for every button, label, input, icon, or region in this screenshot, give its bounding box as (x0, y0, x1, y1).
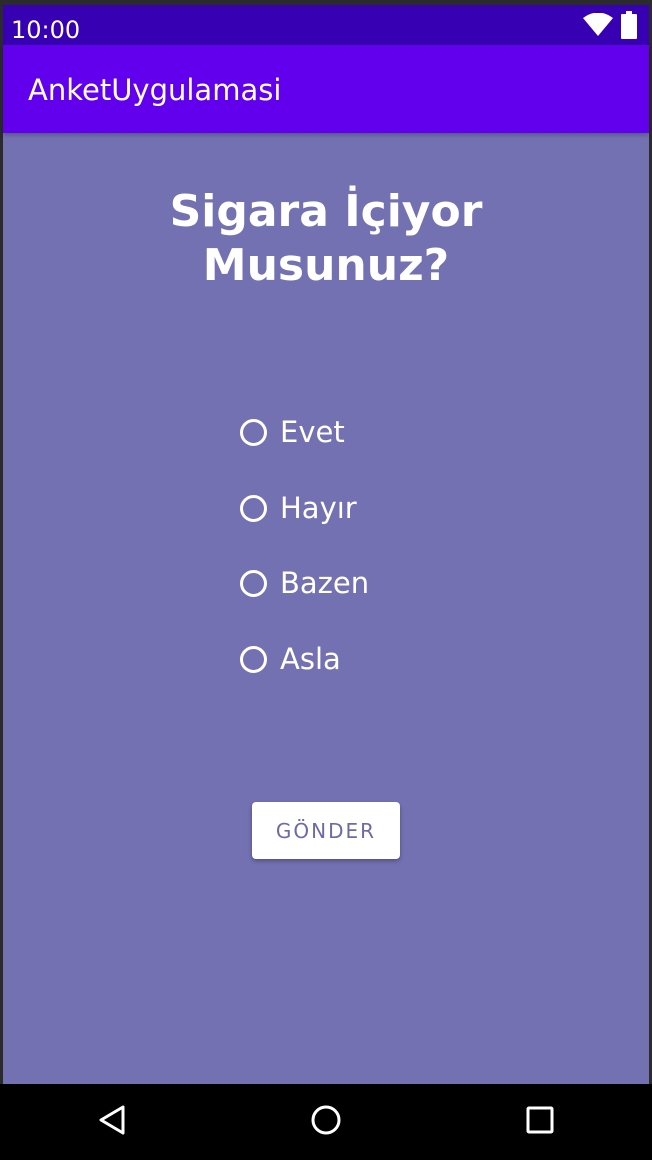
device-frame: 10:00 AnketUygulamasi Sigara İçiyor Musu… (0, 0, 652, 1160)
submit-button[interactable]: GÖNDER (252, 802, 400, 859)
radio-option-evet[interactable]: Evet (240, 412, 345, 452)
radio-button-icon[interactable] (240, 569, 267, 597)
radio-option-asla[interactable]: Asla (240, 639, 341, 679)
status-time: 10:00 (11, 16, 81, 44)
question-line-1: Sigara İçiyor (169, 186, 483, 237)
back-button[interactable] (90, 1100, 134, 1144)
recents-button[interactable] (518, 1100, 562, 1144)
back-icon (98, 1105, 126, 1140)
status-icons (583, 10, 637, 44)
radio-option-label: Hayır (280, 491, 357, 525)
home-icon (310, 1104, 342, 1141)
question-line-2: Musunuz? (202, 240, 450, 291)
battery-icon (621, 10, 637, 44)
recents-icon (526, 1106, 554, 1139)
radio-option-bazen[interactable]: Bazen (240, 563, 369, 603)
radio-button-icon[interactable] (240, 418, 267, 446)
wifi-icon (583, 12, 613, 42)
radio-button-icon[interactable] (240, 494, 267, 522)
radio-button-icon[interactable] (240, 645, 267, 673)
radio-option-label: Evet (280, 415, 345, 449)
radio-option-label: Asla (280, 642, 341, 676)
radio-option-label: Bazen (280, 566, 370, 600)
survey-content: Sigara İçiyor Musunuz? Evet Hayır Bazen … (3, 133, 649, 1084)
app-title: AnketUygulamasi (28, 73, 282, 107)
question-title: Sigara İçiyor Musunuz? (3, 185, 649, 293)
home-button[interactable] (304, 1100, 348, 1144)
radio-option-hayir[interactable]: Hayır (240, 488, 357, 528)
status-bar: 10:00 (3, 5, 649, 45)
navigation-bar (0, 1084, 652, 1160)
app-bar: AnketUygulamasi (3, 45, 649, 133)
